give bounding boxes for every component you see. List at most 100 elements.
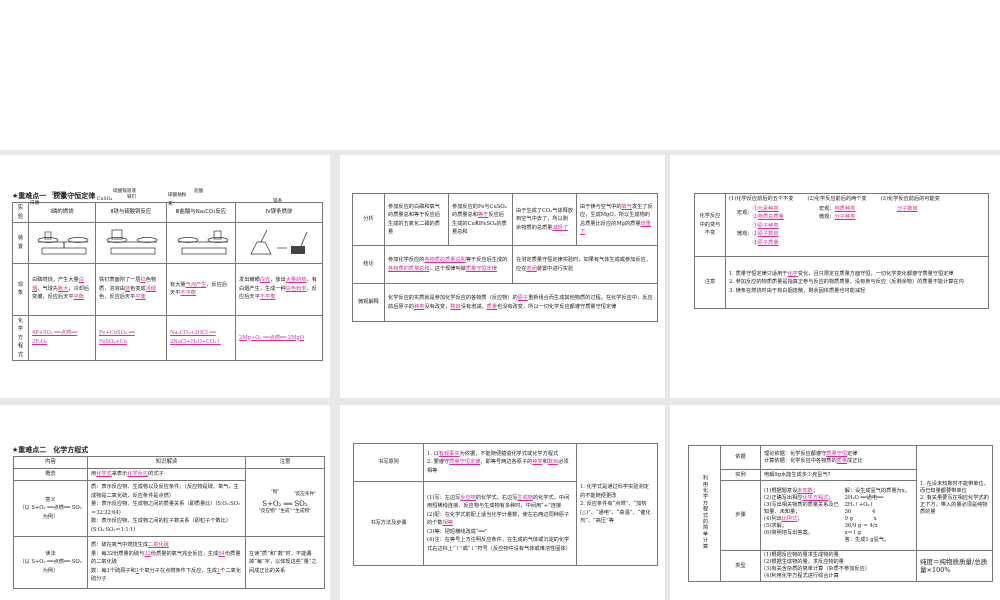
principles-cell: 1. 以客观事实为依据，不能随便臆造化学式或化学方程式 2. 要遵守质量守恒定律，…	[423, 443, 577, 482]
solution-line: 2H₂O ══通电══ 2H₂↑+O₂↑	[844, 494, 884, 508]
change-item: 宏观：物质种类	[819, 205, 887, 214]
step-item: (2)配：在化学式前配上适当化学计量数，使左右两边同种原子的个数相等	[427, 511, 573, 528]
table-header: 知识解读	[87, 456, 246, 469]
row-label-text: 意义	[45, 496, 56, 503]
text-segment: 色变成	[130, 285, 146, 292]
step-item: (6)简明地写出答案。	[764, 530, 841, 537]
answer-blank: 质量守恒定律	[465, 265, 497, 272]
text-segment: (3)等：把短横线改成“══”	[427, 528, 488, 535]
answer-blank: 物质种类	[834, 205, 856, 212]
solution-line: 36/9 g ＝ 4/x	[844, 522, 878, 529]
text-segment: 计算依据：化学反应中各物质的	[764, 457, 837, 464]
answer-blank: 客观事实	[438, 450, 460, 457]
example-note: （以 S+O₂ ══点燃══ SO₂ 为例）	[19, 559, 82, 574]
row-label: 装置	[12, 222, 29, 264]
answer-blank: 白光	[259, 277, 271, 284]
change-item: 微观：分子种类	[819, 213, 887, 222]
row-label: 依据	[720, 445, 761, 470]
type-item: (4)利用化学方程式进行综合计算	[764, 573, 839, 579]
step-item: (4)注：在等号上方注明反应条件，在生成的气体或沉淀的化学式右边标上“↑”或“↓…	[427, 536, 573, 553]
micro-label: 微观：	[737, 231, 753, 237]
text-segment: 发出耀眼	[239, 277, 260, 284]
analysis-cell: 参加反应的白磷和氧气的质量总和等于反应后生成的五氧化二磷的质量	[384, 193, 449, 246]
table-header: 注意	[245, 456, 325, 469]
answer-blank: 各物质的质量总和	[388, 265, 430, 272]
answer-blank: Fe+CuSO₄ ══ FeSO₄+Cu	[99, 330, 135, 345]
text-segment: 2. 要遵守	[427, 459, 450, 466]
analysis-cell: 由于生成了CO₂气体释放到空气中去了，所以剩余物质的总质量减轻了	[512, 193, 577, 246]
answer-blank: Na₂CO₃+2HCl ══ 2NaCl+H₂O+CO₂↑	[170, 330, 221, 345]
phenomenon-cell: 铁钉表面附了一层红色物质，溶液由蓝色变成浅绿色，反应后天平平衡	[95, 262, 167, 316]
meaning-cell: 质：表示反应物、生成物以及反应条件。（反应物是硫、氧气，生成物是二氧化硫，反应条…	[87, 480, 246, 537]
concept-cell: 用化学式来表示化学反应的式子	[87, 468, 246, 481]
text-segment: 成正比	[847, 457, 863, 464]
text-segment: 份质量的氧气完全反应，生成	[150, 550, 219, 557]
slide-2[interactable]: 分析 参加反应的白磷和氧气的质量总和等于反应后生成的五氧化二磷的质量 参加反应的F…	[340, 155, 665, 398]
meaning-item: 质：表示反应物、生成物以及反应条件。（反应物是硫、氧气，生成物是二氧化硫，反应条…	[91, 483, 242, 500]
step-item: (3)等：把短横线改成“══”	[427, 528, 573, 537]
side-label-cell: 利用化学方程式的简单计算	[688, 445, 721, 582]
text-segment: 白磷燃烧，产生大量	[32, 277, 79, 284]
text-segment: 质：表示反应物、生成物以及反应条件。（反应物是硫、氧气，生成物是二氧化硫，反应条…	[91, 484, 239, 499]
text-segment: 量：表示反应物、生成物之间的质量关系（即质量比）(S∶O₂∶SO₂＝32∶32∶…	[91, 501, 240, 516]
diagram-condition-label: "反应条件"	[293, 492, 317, 497]
purity-formula: 纯度＝纯物质质量/总质量×100%	[916, 550, 993, 582]
solution-line: x＝1 g	[844, 529, 862, 536]
example-note: （以 S+O₂ ══点燃══ SO₂ 为例）	[19, 505, 82, 520]
phenomenon-cell: 发出耀眼白光，放出大量的热，有白烟产生，生成一种白色粉末，反应后天平不平衡	[235, 262, 323, 316]
text-segment: 1. 化学式是通过科学实验测定的不能随便更改	[580, 484, 649, 499]
answer-blank: 氧气	[621, 203, 632, 210]
row-label: 书写原则	[353, 443, 424, 482]
reading-note-cell: 在读“质”和“数”时，不能漏掉“每”字，以体现这些“量”之间成正比的关系	[245, 536, 325, 589]
answer-blank: 反应物	[460, 494, 476, 501]
reading-item: 数：每1个硫原子和1个氧分子在点燃条件下反应，生成1个二氧化硫分子	[91, 567, 242, 584]
row-label: 概念	[13, 468, 88, 481]
basis-item: 理论依据：化学反应都遵守质量守恒定律	[764, 451, 913, 458]
text-segment: 由于镁与空气中的	[580, 203, 622, 210]
micro-explanation-cell: 化学反应的实质就是参加化学反应的各物质（反应物）的原子重新组合而生成其他物质的过…	[384, 283, 658, 322]
change-cell: (1)化学反应前后的五个不变 (2)化学反应前后的两个变 (3)化学反应前后的可能变…	[725, 193, 989, 257]
slide-3[interactable]: 化学反应中的变与不变 (1)化学反应前后的五个不变 (2)化学反应前后的两个变 (3…	[670, 155, 1000, 398]
notes-cell: 1. 化学式是通过科学实验测定的不能随便更改 2. 反应条件有“点燃”、“加热(△…	[576, 443, 658, 566]
slide-6[interactable]: 利用化学方程式的简单计算 依据 理论依据：化学反应都遵守质量守恒定律 计算依据：化…	[670, 405, 1000, 600]
text-segment: ，这个规律叫做	[429, 265, 466, 272]
note-item: 1. 化学式是通过科学实验测定的不能随便更改	[580, 483, 654, 500]
text-segment: 来表示	[111, 471, 128, 478]
text-segment: 2. 有关量要写在相应化学式的正下方，带入的量必须是纯物质的量	[920, 494, 989, 515]
types-cell: (1)根据反应物的量求生成物的量 (2)根据生成物的量，求反应物的量 (3)有关含杂…	[760, 550, 917, 582]
answer-blank: 白色粉末	[285, 285, 307, 292]
answer-blank: 质量守恒	[826, 450, 848, 457]
solution-line: 36 4	[844, 508, 876, 515]
step-item: (4)列出比例式；	[764, 516, 841, 523]
answer-blank: 密闭	[526, 265, 537, 272]
text-segment: ；	[797, 515, 803, 522]
row-label: 结论	[352, 245, 385, 284]
text-segment: 2. 参加反应的物质质量是指真正参与反应的物质质量，没有参与反应（反剩余物）的质…	[729, 279, 964, 286]
conclusion-cell: 参加化学反应的各物质的质量总和等于反应后生成的各物质的质量总和，这个规律叫做质量…	[384, 245, 513, 284]
answer-blank: 质量	[486, 303, 498, 310]
answer-blank: 化学	[787, 270, 798, 277]
slide-5[interactable]: 书写原则 1. 以客观事实为依据，不能随便臆造化学式或化学方程式 2. 要遵守质量…	[340, 405, 665, 600]
text-segment: 也没有改变，所以一切化学反应都遵守质量守恒定律	[497, 303, 617, 310]
text-segment: 定律	[847, 450, 858, 457]
answer-blank: 质量	[836, 457, 848, 464]
text-segment: 2. 反应条件有“点燃”、“加热(△)”、“通电”、“高温”、“催化剂”、“高压…	[580, 501, 651, 525]
balance-phosphorus-illustration	[37, 231, 89, 255]
step-item: (5)求解；	[764, 523, 841, 530]
text-segment: 参加反应的白磷和氧气的质量总和等于反应后生成的五氧化二磷的质量	[388, 203, 440, 236]
text-segment: 的化学式，右边写	[475, 494, 518, 501]
text-segment: 铁钉表面附了一层	[99, 277, 141, 284]
conclusion-cell: 在测定质量守恒定律实验时，如果有气体生成或参加反应，应在密闭装置中进行实验	[512, 245, 658, 284]
side-label: 利用化学方程式的简单计算	[702, 474, 708, 550]
answer-blank: 原子种类	[757, 222, 779, 229]
text-segment: 1. 以	[427, 450, 439, 457]
two-changes-heading: (2)化学反应前后的两个变	[807, 196, 867, 202]
row-label: 读法 （以 S+O₂ ══点燃══ SO₂ 为例）	[13, 536, 88, 589]
meaning-diagram-cell: "和" "反应条件" S+O₂ ══ SO₂ "反应物" "生成" "生成物"	[245, 468, 325, 537]
answer-blank: 种类	[413, 303, 425, 310]
slide-1[interactable]: ★重难点一 质量守恒定律 实验 Ⅰ磷的燃烧 Ⅱ铁与硫酸铜反应 Ⅲ盐酸与Na₂CO₃反应…	[0, 155, 330, 398]
answer-blank: 质量守恒定律	[449, 459, 481, 466]
slide-4[interactable]: ★重难点二 化学方程式 内容 知识解读 注意 概念 用化学式来表示化学反应的式子 "和…	[0, 405, 330, 600]
reading-item: 质：硫在氧气中燃烧生成二氧化硫	[91, 541, 242, 550]
analysis-table: 分析 参加反应的白磷和氧气的质量总和等于反应后生成的五氧化二磷的质量 参加反应的F…	[352, 193, 658, 322]
